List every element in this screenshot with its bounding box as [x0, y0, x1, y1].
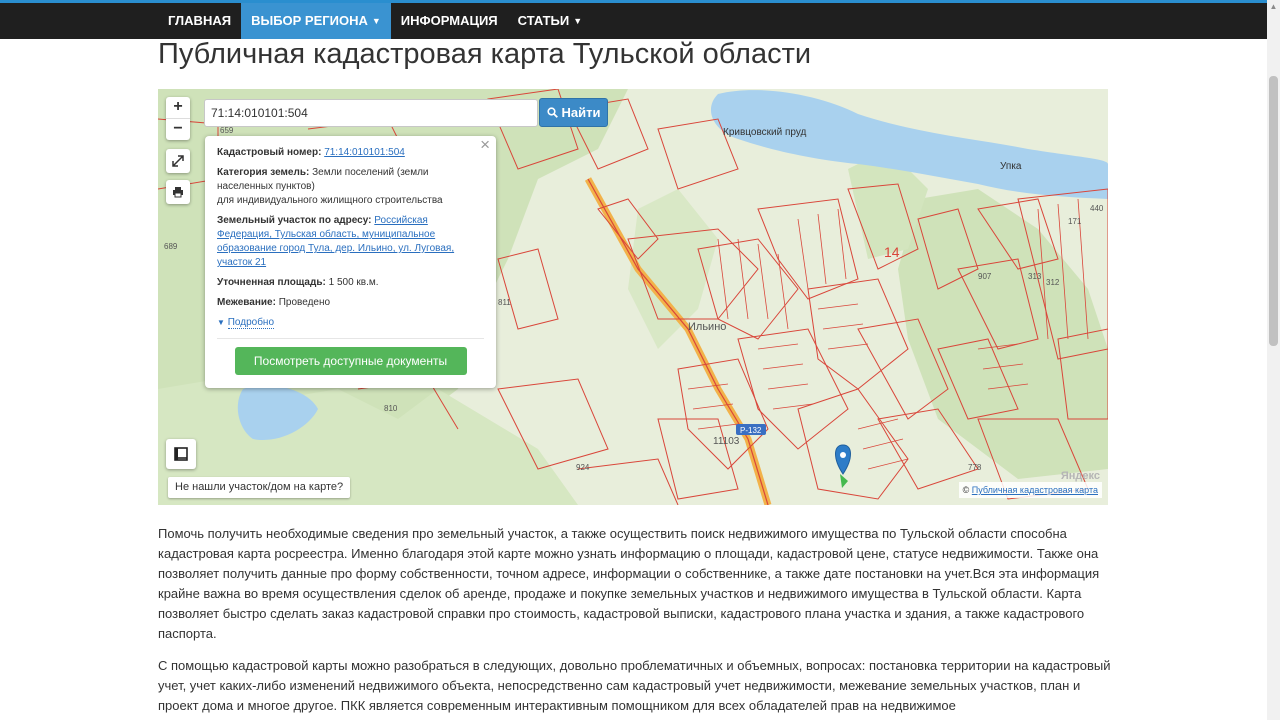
map-label-811: 811: [498, 298, 511, 307]
page-title: Публичная кадастровая карта Тульской обл…: [158, 38, 812, 70]
map-label-village: Ильино: [688, 321, 726, 333]
map-label-312: 312: [1046, 278, 1060, 287]
map-label-659: 659: [220, 126, 234, 135]
zoom-out-button[interactable]: −: [166, 119, 190, 140]
nav-item-articles[interactable]: СТАТЬИ ▼: [508, 3, 592, 39]
survey-row: Межевание: Проведено: [217, 296, 484, 310]
area-value: 1 500 кв.м.: [328, 277, 379, 288]
search-button-label: Найти: [561, 105, 601, 120]
nav-item-label: ГЛАВНАЯ: [168, 13, 232, 28]
attribution-link[interactable]: Публичная кадастровая карта: [972, 485, 1098, 495]
copyright-icon: ©: [962, 485, 970, 495]
more-details-link[interactable]: Подробно: [227, 317, 275, 329]
parcel-info-popup: × Кадастровый номер: 71:14:010101:504 Ка…: [205, 136, 496, 388]
map-label-440: 440: [1090, 204, 1104, 213]
area-row: Уточненная площадь: 1 500 кв.м.: [217, 276, 484, 290]
view-documents-button[interactable]: Посмотреть доступные документы: [234, 347, 467, 375]
nav-item-label: ИНФОРМАЦИЯ: [400, 13, 498, 28]
nav-item-home[interactable]: ГЛАВНАЯ: [158, 3, 241, 39]
search-button[interactable]: Найти: [539, 98, 608, 127]
map-label-14: 14: [884, 244, 900, 260]
nav-menu: ГЛАВНАЯ ВЫБОР РЕГИОНА ▼ ИНФОРМАЦИЯ СТАТЬИ…: [158, 3, 592, 39]
layers-button[interactable]: [166, 439, 196, 469]
map-label-171: 171: [1068, 217, 1082, 226]
zoom-control: + −: [166, 97, 190, 140]
page-scrollbar[interactable]: ▲: [1267, 0, 1280, 720]
printer-icon: [173, 187, 183, 198]
cadastral-number-link[interactable]: 71:14:010101:504: [324, 147, 405, 158]
map-label-313: 313: [1028, 272, 1042, 281]
map-label-river: Упка: [1000, 161, 1022, 172]
main-navbar: ГЛАВНАЯ ВЫБОР РЕГИОНА ▼ ИНФОРМАЦИЯ СТАТЬИ…: [0, 3, 1267, 39]
cadastral-map[interactable]: Кривцовский пруд Упка Ильино 14 11103 33…: [158, 89, 1108, 505]
address-label: Земельный участок по адресу:: [217, 215, 372, 226]
map-label-924: 924: [576, 463, 590, 472]
not-found-parcel-button[interactable]: Не нашли участок/дом на карте?: [168, 477, 351, 498]
land-use-value: для индивидуального жилищного строительс…: [217, 195, 443, 206]
article-paragraph-1: Помочь получить необходимые сведения про…: [158, 526, 1100, 641]
survey-value: Проведено: [278, 297, 331, 308]
map-label-907: 907: [978, 272, 992, 281]
fullscreen-button[interactable]: [166, 149, 190, 173]
search-icon: [546, 107, 558, 118]
address-row: Земельный участок по адресу: Российская …: [217, 214, 484, 270]
cadastral-number-label: Кадастровый номер:: [217, 147, 322, 158]
scroll-up-arrow-icon[interactable]: ▲: [1267, 2, 1280, 14]
land-category-label: Категория земель:: [217, 167, 310, 178]
area-label: Уточненная площадь:: [217, 277, 326, 288]
map-label-810: 810: [384, 404, 398, 413]
road-sign-label: Р-132: [740, 426, 762, 435]
map-label-pond-1: Кривцовский пруд: [723, 127, 807, 138]
book-icon: [174, 447, 188, 461]
chevron-down-icon: ▼: [371, 16, 381, 26]
land-category-row: Категория земель: Земли поселений (земли…: [217, 166, 484, 208]
triangle-down-icon: ▼: [217, 318, 225, 327]
map-label-778: 778: [968, 463, 982, 472]
nav-item-info[interactable]: ИНФОРМАЦИЯ: [391, 3, 508, 39]
print-button[interactable]: [166, 180, 190, 204]
zoom-in-button[interactable]: +: [166, 97, 190, 119]
map-label-11103: 11103: [713, 436, 740, 447]
article-content: Помочь получить необходимые сведения про…: [158, 524, 1113, 728]
scrollbar-thumb[interactable]: [1269, 76, 1278, 346]
popup-divider: [217, 338, 484, 339]
map-label-689: 689: [164, 242, 178, 251]
survey-label: Межевание:: [217, 297, 276, 308]
cadastral-number-row: Кадастровый номер: 71:14:010101:504: [217, 146, 484, 160]
close-icon[interactable]: ×: [480, 136, 490, 153]
nav-item-region[interactable]: ВЫБОР РЕГИОНА ▼: [241, 3, 391, 39]
more-details-row: ▼ Подробно: [217, 316, 484, 330]
nav-item-label: ВЫБОР РЕГИОНА: [251, 13, 368, 28]
cadastral-search-input[interactable]: [204, 99, 538, 127]
yandex-logo: Яндекс: [1060, 470, 1100, 482]
nav-item-label: СТАТЬИ: [517, 13, 570, 28]
map-attribution: © Публичная кадастровая карта: [958, 482, 1102, 498]
article-paragraph-2: С помощью кадастровой карты можно разобр…: [158, 658, 1111, 713]
expand-icon: [172, 155, 184, 167]
chevron-down-icon: ▼: [573, 16, 583, 26]
